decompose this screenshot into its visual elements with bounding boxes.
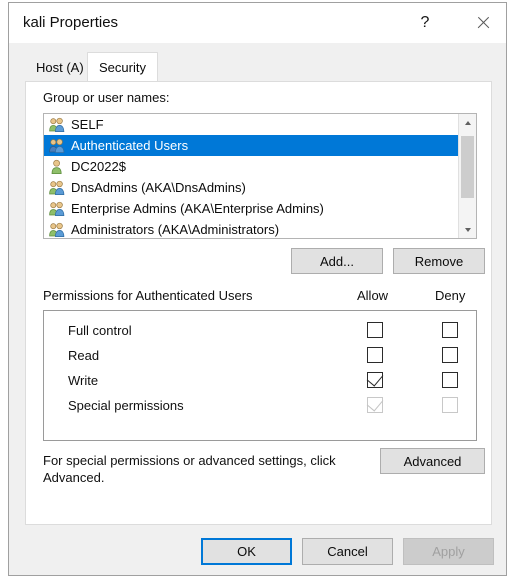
deny-checkbox[interactable] [442,347,458,363]
permissions-title: Permissions for Authenticated Users [43,288,253,303]
deny-checkbox[interactable] [442,322,458,338]
list-item-label: SELF [71,117,104,132]
list-item[interactable]: SELF [44,114,458,135]
dialog-footer: OK Cancel Apply [9,525,506,575]
scroll-down-button[interactable] [459,221,476,238]
remove-button-label: Remove [414,253,464,269]
advanced-button[interactable]: Advanced [380,448,485,474]
add-button-label: Add... [320,253,354,269]
cancel-button-label: Cancel [327,544,368,559]
allow-checkbox [366,394,384,413]
permission-label: Read [68,348,100,363]
apply-button: Apply [403,538,494,565]
question-mark-icon: ? [420,14,430,31]
ok-button-label: OK [237,544,256,559]
check-icon [366,369,384,387]
window-title: kali Properties [23,14,119,31]
tab-strip: Host (A) Security [9,43,506,82]
add-button[interactable]: Add... [291,248,383,274]
permission-label: Full control [68,323,132,338]
deny-checkbox[interactable] [442,372,458,388]
allow-checkbox[interactable] [366,369,384,388]
group-or-user-names-label: Group or user names: [43,90,170,105]
apply-button-label: Apply [432,544,465,559]
advanced-button-label: Advanced [403,453,462,469]
list-item-label: DnsAdmins (AKA\DnsAdmins) [71,180,246,195]
list-item[interactable]: DnsAdmins (AKA\DnsAdmins) [44,177,458,198]
allow-checkbox[interactable] [367,322,383,338]
security-tab-panel: Group or user names: SELF Authenticated … [25,81,492,525]
check-icon [366,394,384,412]
advanced-hint-text: For special permissions or advanced sett… [43,453,336,485]
permission-label: Special permissions [68,398,184,413]
list-item[interactable]: DC2022$ [44,156,458,177]
group-icon [49,180,65,195]
allow-column-header: Allow [357,288,389,303]
properties-dialog: kali Properties ? Host (A) Security Grou… [8,2,507,576]
permissions-table: Full control Read Write Special permissi… [43,310,477,441]
list-item[interactable]: Enterprise Admins (AKA\Enterprise Admins… [44,198,458,219]
tab-security-label: Security [99,60,146,75]
list-item-label: Enterprise Admins (AKA\Enterprise Admins… [71,201,324,216]
permission-label: Write [68,373,99,388]
group-icon [49,138,65,153]
allow-checkbox[interactable] [367,347,383,363]
tab-security[interactable]: Security [87,52,158,82]
deny-column-header: Deny [435,288,466,303]
list-item[interactable]: Authenticated Users [44,135,458,156]
group-or-user-names-list[interactable]: SELF Authenticated Users DC2022$ DnsAdmi… [43,113,477,239]
cancel-button[interactable]: Cancel [302,538,393,565]
group-icon [49,201,65,216]
chevron-down-icon [464,227,471,232]
list-scrollbar[interactable] [458,114,476,238]
close-icon [476,16,490,30]
group-icon [49,117,65,132]
permission-row: Full control [44,319,476,344]
remove-button[interactable]: Remove [393,248,485,274]
list-item[interactable]: Administrators (AKA\Administrators) [44,219,458,238]
tab-host-a[interactable]: Host (A) [25,52,95,82]
scroll-up-button[interactable] [459,114,476,131]
permission-row: Read [44,344,476,369]
list-item-label: DC2022$ [71,159,126,174]
permission-row: Special permissions [44,394,476,419]
ok-button[interactable]: OK [201,538,292,565]
group-icon [49,222,65,237]
user-icon [49,159,65,174]
title-bar: kali Properties ? [9,3,506,43]
list-rows-container: SELF Authenticated Users DC2022$ DnsAdmi… [44,114,458,238]
permission-row: Write [44,369,476,394]
chevron-up-icon [464,120,471,125]
scrollbar-thumb[interactable] [461,136,474,198]
help-button[interactable]: ? [402,3,448,43]
tab-host-a-label: Host (A) [36,59,84,75]
list-item-label: Administrators (AKA\Administrators) [71,222,280,237]
close-button[interactable] [460,3,506,43]
list-item-label: Authenticated Users [71,138,189,153]
deny-checkbox [442,397,458,413]
